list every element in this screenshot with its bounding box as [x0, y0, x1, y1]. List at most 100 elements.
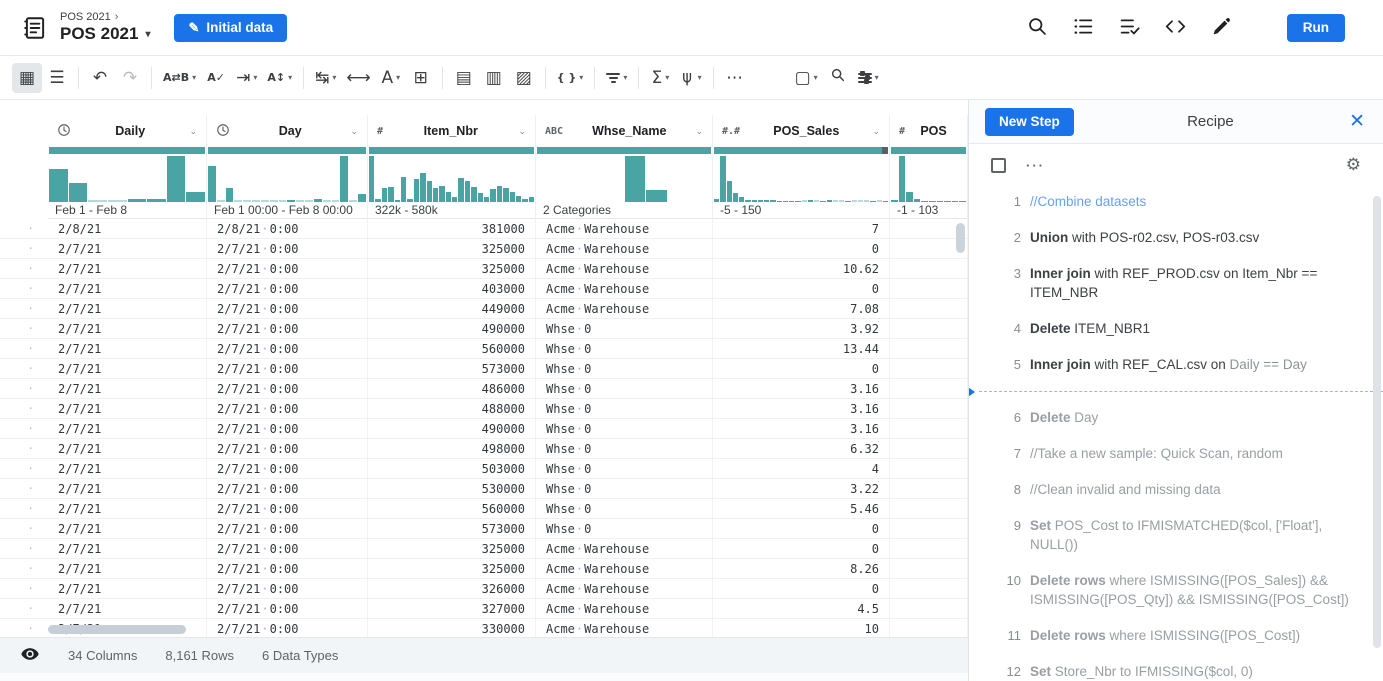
column-menu-caret-icon[interactable]: ⌄ [189, 126, 197, 137]
cell-daily[interactable]: 2/7/21 [48, 239, 207, 258]
cell-pos_sales[interactable]: 3.16 [713, 399, 890, 418]
cell-day[interactable]: 2/7/21·0:00 [207, 299, 368, 318]
recipe-step-3[interactable]: 3Inner join with REF_PROD.csv on Item_Nb… [999, 264, 1359, 302]
select-cells-button[interactable]: ▢▾ [790, 63, 823, 93]
cell-pos[interactable] [890, 379, 968, 398]
cell-whse_name[interactable]: Acme·Warehouse [536, 539, 713, 558]
cell-pos_sales[interactable]: 7.08 [713, 299, 890, 318]
cell-item_nbr[interactable]: 498000 [368, 439, 536, 458]
cell-daily[interactable]: 2/7/21 [48, 279, 207, 298]
histogram[interactable] [49, 156, 205, 202]
table-row[interactable]: ·2/7/212/7/21·0:00449000Acme·Warehouse7.… [0, 299, 968, 319]
page-title[interactable]: POS 2021 ▾ [60, 24, 150, 44]
cell-day[interactable]: 2/7/21·0:00 [207, 619, 368, 637]
cell-daily[interactable]: 2/7/21 [48, 479, 207, 498]
cell-pos[interactable] [890, 419, 968, 438]
cell-item_nbr[interactable]: 503000 [368, 459, 536, 478]
cell-whse_name[interactable]: Whse·0 [536, 359, 713, 378]
table-row[interactable]: ·2/7/212/7/21·0:00530000Whse·03.22 [0, 479, 968, 499]
cell-whse_name[interactable]: Acme·Warehouse [536, 599, 713, 618]
cell-daily[interactable]: 2/7/21 [48, 319, 207, 338]
cell-day[interactable]: 2/7/21·0:00 [207, 499, 368, 518]
recipe-settings-button[interactable]: ⚙ [1346, 155, 1361, 175]
cell-pos_sales[interactable]: 4.5 [713, 599, 890, 618]
cell-whse_name[interactable]: Acme·Warehouse [536, 559, 713, 578]
recipe-step-8[interactable]: 8//Clean invalid and missing data [999, 480, 1359, 499]
cell-item_nbr[interactable]: 325000 [368, 239, 536, 258]
cell-pos_sales[interactable]: 0 [713, 539, 890, 558]
cell-daily[interactable]: 2/8/21 [48, 219, 207, 238]
validate-values-button[interactable]: A✓ [201, 63, 231, 93]
cell-day[interactable]: 2/7/21·0:00 [207, 259, 368, 278]
cell-day[interactable]: 2/7/21·0:00 [207, 579, 368, 598]
histogram[interactable] [369, 156, 534, 202]
preview-toggle-button[interactable] [20, 644, 40, 667]
cell-daily[interactable]: 2/7/21 [48, 379, 207, 398]
cell-item_nbr[interactable]: 403000 [368, 279, 536, 298]
cell-pos[interactable] [890, 599, 968, 618]
table-row[interactable]: ·2/7/212/7/21·0:00573000Whse·00 [0, 359, 968, 379]
extract-column-button[interactable]: ⇥▾ [231, 63, 262, 93]
cell-pos_sales[interactable]: 10 [713, 619, 890, 637]
table-row[interactable]: ·2/7/212/7/21·0:00560000Whse·013.44 [0, 339, 968, 359]
cell-item_nbr[interactable]: 327000 [368, 599, 536, 618]
checklist-button[interactable] [1119, 16, 1140, 40]
steps-list-button[interactable] [1073, 16, 1094, 40]
cell-item_nbr[interactable]: 325000 [368, 539, 536, 558]
cell-whse_name[interactable]: Whse·0 [536, 339, 713, 358]
cell-pos_sales[interactable]: 3.16 [713, 379, 890, 398]
cell-pos[interactable] [890, 359, 968, 378]
breadcrumb[interactable]: POS 2021 › [60, 11, 150, 23]
cell-pos[interactable] [890, 539, 968, 558]
table-row[interactable]: ·2/7/212/7/21·0:00490000Whse·03.92 [0, 319, 968, 339]
cell-daily[interactable]: 2/7/21 [48, 459, 207, 478]
cell-daily[interactable]: 2/7/21 [48, 499, 207, 518]
table-row[interactable]: ·2/7/212/7/21·0:00325000Acme·Warehouse8.… [0, 559, 968, 579]
cell-whse_name[interactable]: Acme·Warehouse [536, 299, 713, 318]
cell-pos_sales[interactable]: 10.62 [713, 259, 890, 278]
sort-rows-button[interactable]: A↕▾ [262, 63, 297, 93]
column-menu-caret-icon[interactable]: ⌄ [695, 126, 703, 137]
recipe-step-9[interactable]: 9Set POS_Cost to IFMISMATCHED($col, ['Fl… [999, 516, 1359, 554]
column-menu-caret-icon[interactable]: ⌄ [350, 126, 358, 137]
recipe-cursor-line[interactable] [979, 391, 1383, 392]
pivot-table-button[interactable]: ▥ [479, 63, 509, 93]
cell-pos[interactable] [890, 259, 968, 278]
cell-item_nbr[interactable]: 381000 [368, 219, 536, 238]
table-row[interactable]: ·2/7/212/7/21·0:00403000Acme·Warehouse0 [0, 279, 968, 299]
cell-whse_name[interactable]: Whse·0 [536, 479, 713, 498]
cell-day[interactable]: 2/8/21·0:00 [207, 219, 368, 238]
more-options-button[interactable]: ⋯ [720, 63, 750, 93]
functions-button[interactable]: { }▾ [552, 63, 589, 93]
table-row[interactable]: ·2/7/212/7/21·0:00326000Acme·Warehouse0 [0, 579, 968, 599]
cell-pos_sales[interactable]: 3.92 [713, 319, 890, 338]
cell-whse_name[interactable]: Acme·Warehouse [536, 579, 713, 598]
cell-daily[interactable]: 2/7/21 [48, 399, 207, 418]
cell-day[interactable]: 2/7/21·0:00 [207, 519, 368, 538]
table-row[interactable]: ·2/7/212/7/21·0:00325000Acme·Warehouse10… [0, 259, 968, 279]
table-row[interactable]: ·2/7/212/7/21·0:00327000Acme·Warehouse4.… [0, 599, 968, 619]
search-button[interactable] [1027, 16, 1048, 40]
cell-item_nbr[interactable]: 560000 [368, 339, 536, 358]
cell-pos_sales[interactable]: 5.46 [713, 499, 890, 518]
step-menu-button[interactable]: ··· [1026, 158, 1045, 173]
format-text-button[interactable]: A▾ [376, 63, 406, 93]
cell-item_nbr[interactable]: 490000 [368, 419, 536, 438]
cell-day[interactable]: 2/7/21·0:00 [207, 479, 368, 498]
column-header-day[interactable]: Day⌄ [207, 115, 367, 147]
cell-pos_sales[interactable]: 0 [713, 279, 890, 298]
column-header-item_nbr[interactable]: #Item_Nbr⌄ [368, 115, 535, 147]
cell-pos_sales[interactable]: 8.26 [713, 559, 890, 578]
recipe-step-4[interactable]: 4Delete ITEM_NBR1 [999, 319, 1359, 338]
cell-day[interactable]: 2/7/21·0:00 [207, 279, 368, 298]
picker-button[interactable] [1211, 16, 1232, 40]
initial-data-button[interactable]: ✎ Initial data [174, 14, 287, 42]
table-row[interactable]: ·2/7/212/7/21·0:00488000Whse·03.16 [0, 399, 968, 419]
recipe-step-12[interactable]: 12Set Store_Nbr to IFMISSING($col, 0) [999, 662, 1359, 681]
cell-pos_sales[interactable]: 13.44 [713, 339, 890, 358]
table-row[interactable]: ·2/7/212/7/21·0:00486000Whse·03.16 [0, 379, 968, 399]
cell-day[interactable]: 2/7/21·0:00 [207, 359, 368, 378]
table-row[interactable]: ·2/7/212/7/21·0:00498000Whse·06.32 [0, 439, 968, 459]
cell-daily[interactable]: 2/7/21 [48, 539, 207, 558]
cell-whse_name[interactable]: Whse·0 [536, 459, 713, 478]
